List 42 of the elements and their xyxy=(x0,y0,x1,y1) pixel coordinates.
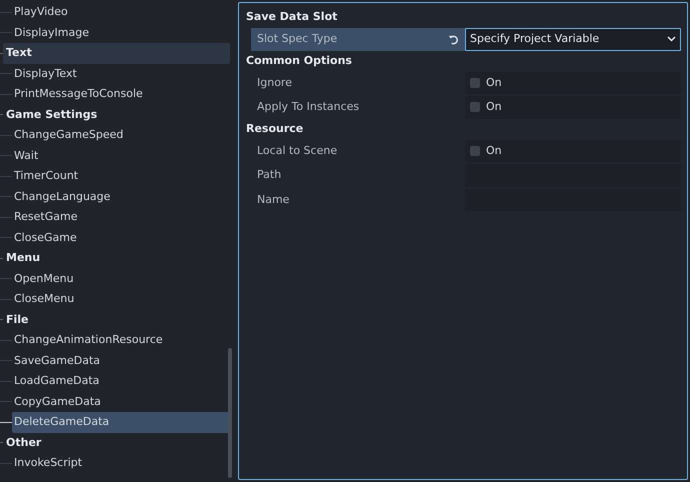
checkbox[interactable] xyxy=(470,78,480,88)
tree-item[interactable]: CloseGame xyxy=(12,228,230,248)
tree-group[interactable]: Other xyxy=(3,432,230,453)
property-label: Ignore xyxy=(256,74,293,90)
property-label: Apply To Instances xyxy=(256,99,360,115)
tree-item[interactable]: ChangeLanguage xyxy=(12,186,230,207)
tree-item[interactable]: DeleteGameData xyxy=(12,412,230,432)
tree-item[interactable]: DisplayText xyxy=(12,64,230,84)
tree-group[interactable]: Menu xyxy=(3,248,230,268)
property-label: Local to Scene xyxy=(256,142,338,158)
section-header[interactable]: Common Options xyxy=(245,52,681,70)
tree-item[interactable]: CloseMenu xyxy=(12,289,230,310)
tree-item[interactable]: InvokeScript xyxy=(12,453,230,474)
tree-group[interactable]: Game Settings xyxy=(3,104,230,125)
property-label: Slot Spec Type xyxy=(251,28,465,50)
checkbox-label: On xyxy=(486,74,502,90)
tree-item[interactable]: ChangeAnimationResource xyxy=(12,330,230,350)
section-header[interactable]: Save Data Slot xyxy=(245,8,681,27)
tree-item[interactable]: PrintMessageToConsole xyxy=(12,84,230,104)
dropdown[interactable]: Specify Project Variable xyxy=(465,28,681,50)
checkbox-label: On xyxy=(486,142,502,158)
tree-item[interactable]: OpenMenu xyxy=(12,268,230,289)
chevron-down-icon xyxy=(667,36,676,42)
tree-item[interactable]: LoadGameData xyxy=(12,371,230,392)
scrollbar[interactable] xyxy=(228,348,232,478)
checkbox[interactable] xyxy=(470,102,480,112)
tree-item[interactable]: PlayVideo xyxy=(12,2,230,22)
checkbox[interactable] xyxy=(470,146,480,156)
tree-group[interactable]: Text xyxy=(3,43,230,64)
tree-item[interactable]: ResetGame xyxy=(12,207,230,228)
tree-item[interactable]: Wait xyxy=(12,146,230,166)
property-label: Name xyxy=(256,192,290,208)
tree-group[interactable]: File xyxy=(3,310,230,330)
checkbox-label: On xyxy=(486,99,502,115)
tree-item[interactable]: SaveGameData xyxy=(12,350,230,371)
section-header[interactable]: Resource xyxy=(245,120,681,138)
tree-item[interactable]: DisplayImage xyxy=(12,22,230,43)
property-label: Path xyxy=(256,167,282,183)
tree-item[interactable]: TimerCount xyxy=(12,166,230,186)
tree-item[interactable]: ChangeGameSpeed xyxy=(12,125,230,146)
revert-icon[interactable] xyxy=(448,34,459,45)
tree-item[interactable]: CopyGameData xyxy=(12,392,230,412)
